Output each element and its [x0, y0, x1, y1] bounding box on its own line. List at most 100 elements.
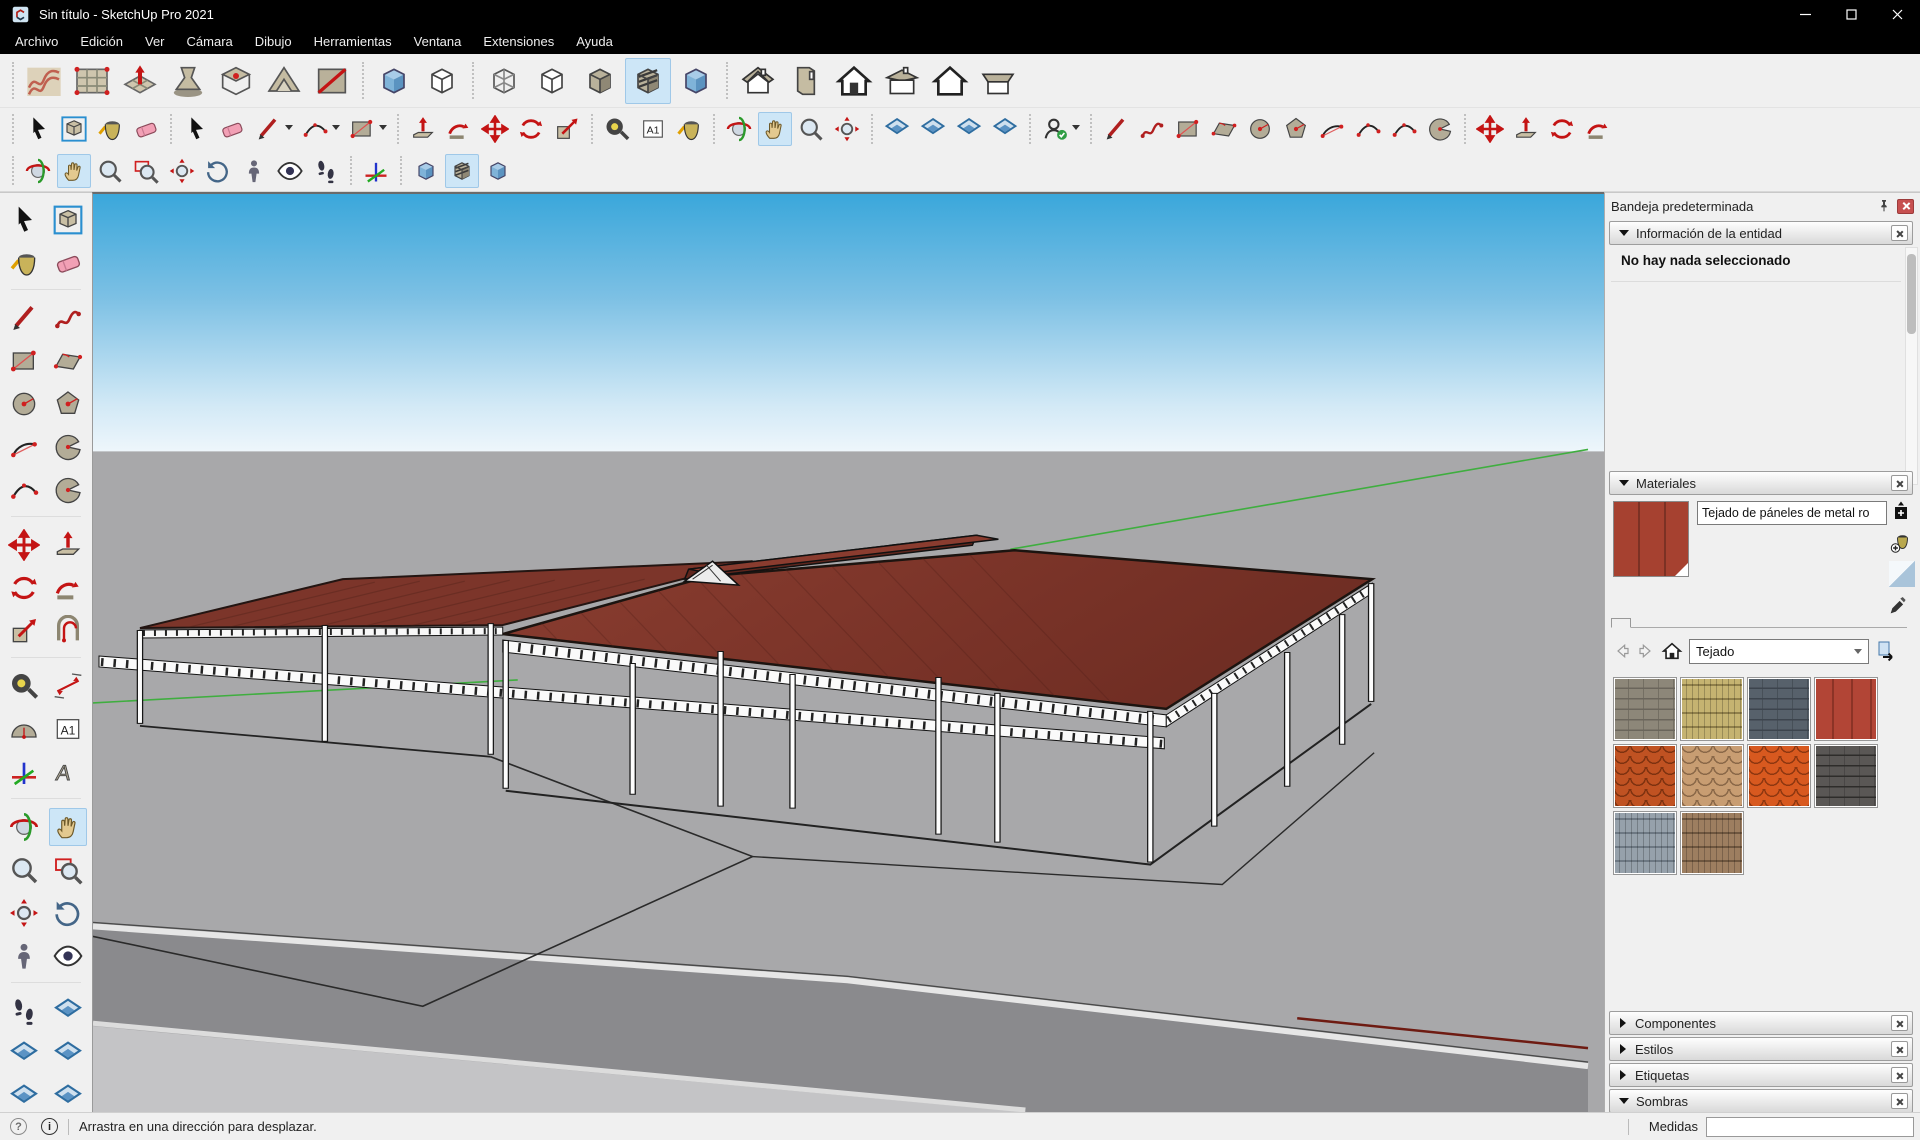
style-wireframe-tool[interactable]: [481, 58, 527, 104]
zoom-extents-tool[interactable]: [165, 154, 199, 188]
follow-me-tool[interactable]: [1581, 112, 1615, 146]
geolocation-icon[interactable]: ?: [10, 1118, 27, 1135]
zoom-extents-tool[interactable]: [830, 112, 864, 146]
three-point-arc-tool[interactable]: [5, 471, 43, 509]
paint-bucket-tool[interactable]: [672, 112, 706, 146]
section-cuts-tool[interactable]: [49, 1035, 87, 1073]
make-component-tool[interactable]: [57, 112, 91, 146]
view-back-tool[interactable]: [927, 58, 973, 104]
line-tool[interactable]: [5, 299, 43, 337]
rotated-rectangle-tool[interactable]: [49, 342, 87, 380]
follow-me-tool[interactable]: [442, 112, 476, 146]
line-tool[interactable]: [251, 112, 285, 146]
polygon-tool[interactable]: [1279, 112, 1313, 146]
section-display-tool[interactable]: [916, 112, 950, 146]
section-outer-tool[interactable]: [988, 112, 1022, 146]
rotate-tool[interactable]: [1545, 112, 1579, 146]
tray-section-header[interactable]: Estilos: [1609, 1037, 1913, 1061]
view-iso-tool[interactable]: [735, 58, 781, 104]
material-name-field[interactable]: Tejado de páneles de metal ro: [1697, 501, 1887, 525]
position-camera-tool[interactable]: [237, 154, 271, 188]
sandbox-from-scratch-tool[interactable]: [69, 58, 115, 104]
view-top-tool[interactable]: [975, 58, 1021, 104]
material-swatch[interactable]: [1814, 677, 1878, 741]
circle-tool[interactable]: [1243, 112, 1277, 146]
material-swatch[interactable]: [1680, 677, 1744, 741]
pan-tool[interactable]: [758, 112, 792, 146]
style-hidden-tool[interactable]: [529, 58, 575, 104]
menu-item[interactable]: Edición: [69, 30, 134, 53]
axes-tool[interactable]: [359, 154, 393, 188]
section-close-icon[interactable]: [1891, 1093, 1908, 1109]
orbit-tool[interactable]: [5, 808, 43, 846]
menu-item[interactable]: Ver: [134, 30, 176, 53]
tray-section-header[interactable]: Etiquetas: [1609, 1063, 1913, 1087]
material-swatch[interactable]: [1680, 811, 1744, 875]
measurements-input[interactable]: [1706, 1117, 1914, 1137]
axes-tool[interactable]: [5, 753, 43, 791]
scale-tool[interactable]: [550, 112, 584, 146]
rotate-tool[interactable]: [5, 569, 43, 607]
zoom-window-tool[interactable]: [49, 851, 87, 889]
style-shaded-blue-tool[interactable]: [371, 58, 417, 104]
section-troubleshoot-tool[interactable]: [49, 1078, 87, 1116]
push-pull-tool[interactable]: [406, 112, 440, 146]
style-hidden-line-tool[interactable]: [419, 58, 465, 104]
move-tool[interactable]: [1473, 112, 1507, 146]
select-tool[interactable]: [179, 112, 213, 146]
section-display-tool[interactable]: [5, 1035, 43, 1073]
menu-item[interactable]: Ayuda: [565, 30, 624, 53]
chevron-down-icon[interactable]: [1072, 125, 1080, 130]
scrollbar-thumb[interactable]: [1907, 254, 1916, 334]
pan-tool[interactable]: [57, 154, 91, 188]
tray-scrollbar[interactable]: [1905, 247, 1918, 485]
pan-tool[interactable]: [49, 808, 87, 846]
sample-swatch[interactable]: [1889, 561, 1915, 587]
menu-item[interactable]: Cámara: [176, 30, 244, 53]
rectangle-tool[interactable]: [5, 342, 43, 380]
eraser-tool[interactable]: [49, 244, 87, 282]
zoom-tool[interactable]: [794, 112, 828, 146]
material-swatch[interactable]: [1613, 677, 1677, 741]
collection-dropdown[interactable]: Tejado: [1689, 639, 1869, 664]
menu-item[interactable]: Ventana: [403, 30, 473, 53]
add-detail-tool[interactable]: [261, 58, 307, 104]
walk-tool[interactable]: [5, 992, 43, 1030]
arc-tool[interactable]: [1315, 112, 1349, 146]
section-close-icon[interactable]: [1891, 1067, 1908, 1083]
make-component-tool[interactable]: [49, 201, 87, 239]
eraser-tool[interactable]: [129, 112, 163, 146]
rectangle-tool[interactable]: [1171, 112, 1205, 146]
view-right-tool[interactable]: [879, 58, 925, 104]
tray-close-icon[interactable]: [1897, 199, 1914, 214]
two-point-arc-tool[interactable]: [1351, 112, 1385, 146]
section-cuts-tool[interactable]: [952, 112, 986, 146]
pie-tool[interactable]: [49, 428, 87, 466]
zoom-tool[interactable]: [93, 154, 127, 188]
menu-item[interactable]: Extensiones: [472, 30, 565, 53]
push-pull-tool[interactable]: [49, 526, 87, 564]
section-close-icon[interactable]: [1891, 1015, 1908, 1031]
chevron-down-icon[interactable]: [379, 125, 387, 130]
view-cube-shaded-tool[interactable]: [409, 154, 443, 188]
text-tool[interactable]: [49, 710, 87, 748]
material-swatch[interactable]: [1613, 744, 1677, 808]
move-tool[interactable]: [5, 526, 43, 564]
look-around-tool[interactable]: [273, 154, 307, 188]
arc-tool[interactable]: [298, 112, 332, 146]
view-side-tool[interactable]: [783, 58, 829, 104]
protractor-tool[interactable]: [5, 710, 43, 748]
sign-in-tool[interactable]: [1038, 112, 1072, 146]
flip-edge-tool[interactable]: [309, 58, 355, 104]
forward-icon[interactable]: [1635, 641, 1655, 661]
stamp-tool[interactable]: [165, 58, 211, 104]
menu-item[interactable]: Archivo: [4, 30, 69, 53]
text-tool[interactable]: [636, 112, 670, 146]
materials-tab[interactable]: [1611, 618, 1631, 628]
zoom-extents-tool[interactable]: [5, 894, 43, 932]
close-button[interactable]: [1874, 0, 1920, 28]
menu-item[interactable]: Dibujo: [244, 30, 303, 53]
chevron-down-icon[interactable]: [285, 125, 293, 130]
pie-tool[interactable]: [1423, 112, 1457, 146]
select-tool[interactable]: [5, 201, 43, 239]
